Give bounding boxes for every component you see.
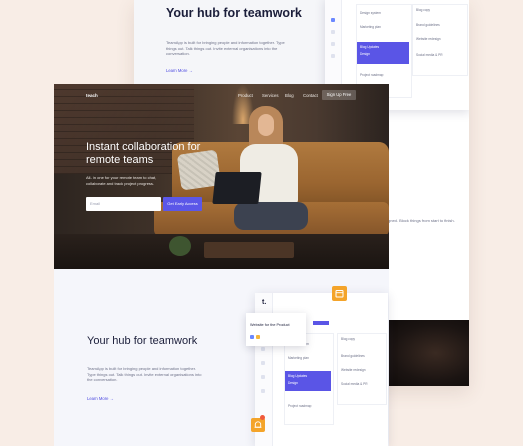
sidebar-icon[interactable] [331, 30, 335, 34]
task-item[interactable]: Brand guidelines [416, 23, 440, 27]
app-logo[interactable]: t. [262, 299, 266, 306]
teamwork-body: TeamApp is built for bringing people and… [87, 366, 202, 383]
sidebar-icon[interactable] [331, 42, 335, 46]
assignee-avatar [250, 335, 254, 339]
hero-photo-table [204, 242, 294, 258]
task-item[interactable]: Brand guidelines [341, 354, 365, 358]
back-hub-title: Your hub for teamwork [166, 6, 302, 20]
back-app-column: Blog copy Brand guidelines Website redes… [412, 4, 468, 76]
task-item[interactable]: Social media & PR [416, 53, 443, 57]
hero-subtitle: All- in one for your remote team to chat… [86, 175, 157, 186]
nav-link-blog[interactable]: Blog [285, 93, 294, 98]
back-learn-more-link[interactable]: Learn More → [166, 68, 193, 73]
sidebar-icon[interactable] [331, 18, 335, 22]
bell-icon[interactable] [251, 418, 265, 432]
assignee-avatar [256, 335, 260, 339]
signup-button[interactable]: Sign Up Free [322, 90, 356, 100]
hero-title: Instant collaboration for remote teams [86, 141, 201, 166]
sidebar-icon[interactable] [331, 54, 335, 58]
column-header: Blog copy [341, 337, 355, 341]
task-item[interactable]: Website redesign [341, 368, 366, 372]
back-hub-body: TeamApp is built for bringing people and… [166, 40, 285, 57]
nav-link-product[interactable]: Product [238, 93, 253, 98]
back-task-card-highlight[interactable]: Blog Updates Design [357, 42, 409, 64]
hero-photo-person-face [258, 114, 274, 136]
sidebar-icon[interactable] [261, 361, 265, 365]
task-item[interactable]: Marketing plan [288, 356, 309, 360]
hero-photo-person-legs [234, 202, 308, 230]
popup-title: Website for the Product [250, 323, 290, 327]
calendar-icon[interactable] [332, 286, 347, 301]
get-early-access-button[interactable]: Get Early Access [163, 197, 202, 211]
task-item[interactable]: Social media & PR [341, 382, 368, 386]
app-toolbar-button[interactable] [313, 321, 329, 325]
sidebar-icon[interactable] [261, 347, 265, 351]
task-card-title: Blog Updates [288, 374, 308, 378]
task-item[interactable]: Project roadmap [360, 73, 383, 77]
sidebar-icon[interactable] [261, 389, 265, 393]
task-item[interactable]: Website redesign [416, 37, 441, 41]
task-popup[interactable]: Website for the Product [246, 313, 306, 346]
hero-photo-plant [169, 236, 191, 256]
brand-logo[interactable]: teach [86, 93, 98, 98]
email-placeholder: Email [90, 201, 101, 206]
nav-link-contact[interactable]: Contact [303, 93, 318, 98]
task-item[interactable]: Project roadmap [288, 404, 311, 408]
learn-more-link[interactable]: Learn More → [87, 396, 114, 401]
hero-section: teach Product Services Blog Contact Sign… [54, 84, 389, 269]
task-item[interactable]: Design system [360, 11, 381, 15]
task-item[interactable]: Marketing plan [360, 25, 381, 29]
task-card-label: Design [288, 381, 298, 385]
task-card-label: Design [360, 52, 370, 56]
hero-photo-laptop [212, 172, 262, 204]
back-side-text: aligned. Block things from start to fini… [384, 218, 455, 223]
notification-dot [260, 415, 265, 420]
teamwork-title: Your hub for teamwork [87, 335, 198, 347]
back-photo [384, 320, 469, 386]
email-input[interactable]: Email [86, 197, 161, 211]
sidebar-icon[interactable] [261, 375, 265, 379]
column-header: Blog copy [416, 8, 430, 12]
nav-link-services[interactable]: Services [262, 93, 278, 98]
app-column: Blog copy Brand guidelines Website redes… [337, 333, 387, 405]
task-card-title: Blog Updates [360, 45, 380, 49]
task-card-highlight[interactable]: Blog Updates Design [285, 371, 331, 391]
